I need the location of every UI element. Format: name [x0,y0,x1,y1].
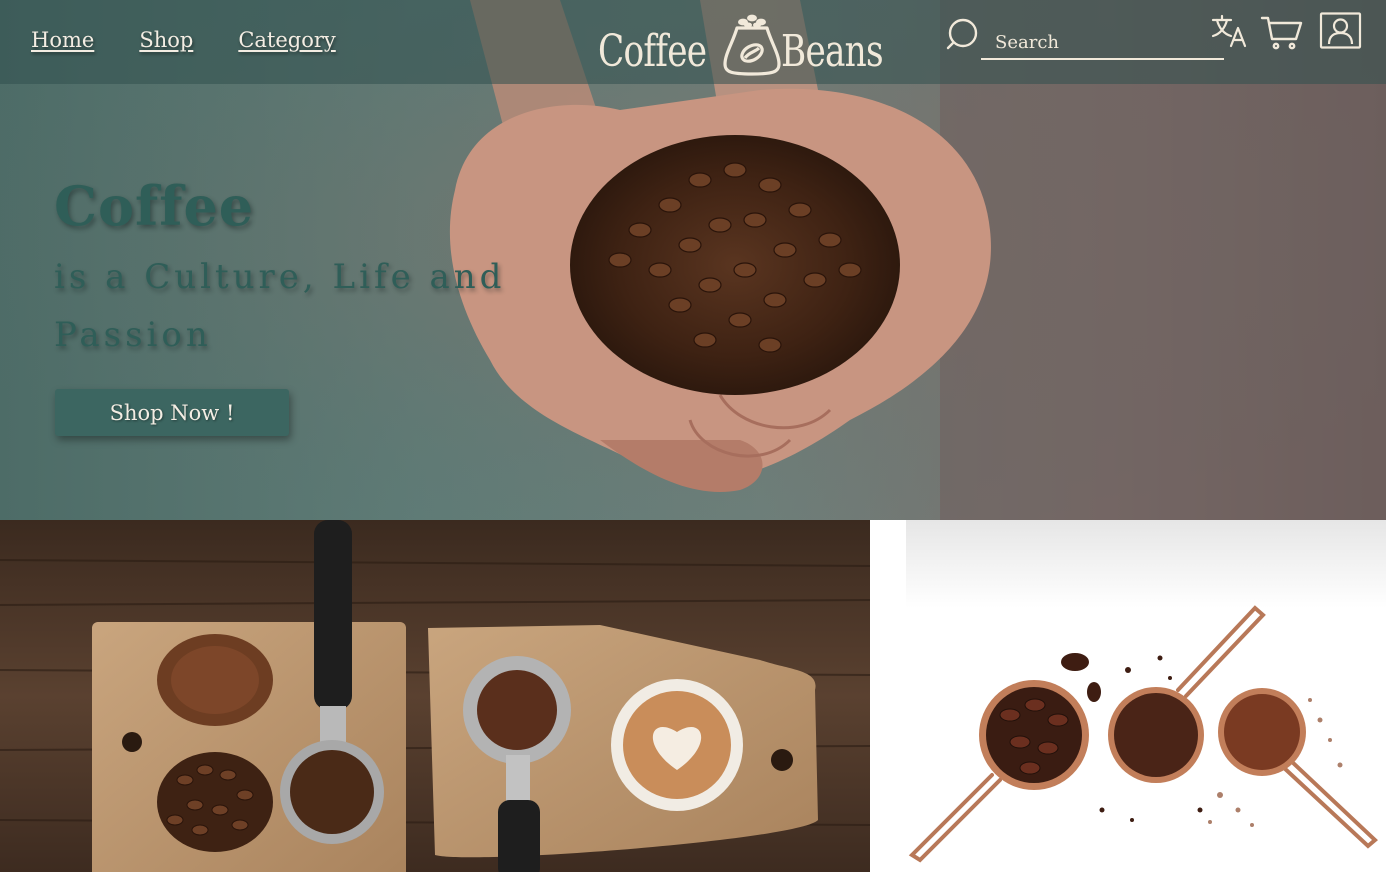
top-navigation-bar: Home Shop Category Coffee Beans Search [0,0,1386,84]
coffee-bag-icon [719,12,785,76]
nav-home-link[interactable]: Home [31,28,94,52]
search-bar [946,14,1226,60]
translate-icon[interactable] [1211,14,1249,48]
search-input[interactable] [981,26,1224,60]
hero-headline: Coffee [54,174,255,238]
espresso-tools-photo [0,520,870,872]
cart-icon[interactable] [1260,15,1304,51]
nav-category-link[interactable]: Category [238,28,335,52]
main-nav: Home Shop Category [31,28,336,52]
logo-word-beans: Beans [780,26,884,77]
brand-logo[interactable]: Coffee Beans [598,8,911,76]
nav-shop-link[interactable]: Shop [139,28,193,52]
shop-now-button[interactable]: Shop Now ! [55,389,289,436]
hero-tagline: is a Culture, Life and Passion [54,257,506,355]
user-account-icon[interactable] [1319,12,1363,50]
logo-word-coffee: Coffee [598,26,707,77]
search-icon[interactable] [946,18,980,52]
measuring-cups-photo [870,520,1386,872]
